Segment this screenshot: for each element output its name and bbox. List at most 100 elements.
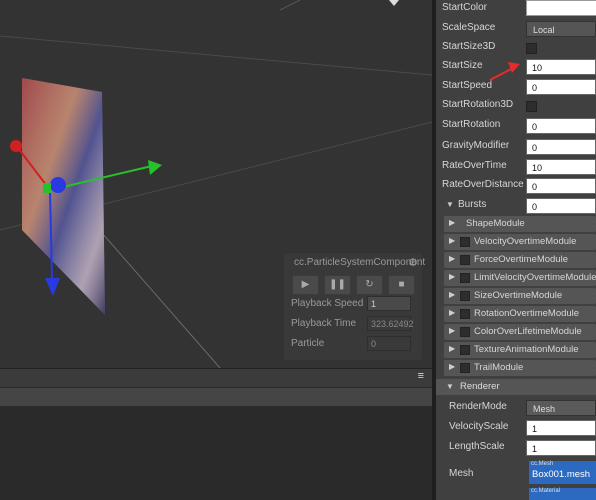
property-row-start-speed: StartSpeed 0 [436, 77, 596, 97]
material-asset-field[interactable]: cc.Material [529, 488, 596, 500]
start-rotation-3d-label: StartRotation3D [442, 99, 514, 110]
gravity-modifier-input[interactable]: 0 [526, 139, 596, 155]
module-velocity-overtime[interactable]: ▶ VelocityOvertimeModule [444, 234, 596, 250]
module-checkbox[interactable] [460, 327, 470, 337]
module-label: SizeOvertimeModule [474, 290, 563, 301]
property-row-velocity-scale: VelocityScale 1 [436, 418, 596, 438]
stop-icon[interactable]: ■ [388, 275, 415, 295]
velocity-scale-input[interactable]: 1 [526, 420, 596, 436]
mesh-asset-field[interactable]: cc.Mesh Box001.mesh [529, 461, 596, 484]
console-header [0, 388, 432, 406]
start-size-3d-checkbox[interactable] [526, 43, 537, 54]
playback-speed-label: Playback Speed [291, 298, 364, 309]
mesh-type-tag: cc.Mesh [531, 461, 554, 467]
start-size-input[interactable]: 10 [526, 59, 596, 75]
module-shape[interactable]: ▶ ShapeModule [444, 216, 596, 232]
module-checkbox[interactable] [460, 255, 470, 265]
module-rotation-overtime[interactable]: ▶ RotationOvertimeModule [444, 306, 596, 322]
start-rotation-label: StartRotation [442, 119, 501, 130]
module-label: TextureAnimationModule [474, 344, 579, 355]
scale-space-select[interactable]: Local [526, 21, 596, 37]
property-row-start-size-3d: StartSize3D [436, 38, 596, 58]
gravity-modifier-label: GravityModifier [442, 140, 510, 151]
module-force-overtime[interactable]: ▶ ForceOvertimeModule [444, 252, 596, 268]
start-size-label: StartSize [442, 60, 483, 71]
inspector-panel: StartColor ScaleSpace Local StartSize3D … [436, 0, 596, 500]
chevron-down-icon[interactable]: ▼ [446, 200, 454, 209]
chevron-down-icon[interactable]: ▼ [446, 382, 454, 391]
console-toolbar: ≡ [0, 368, 432, 387]
property-row-gravity-modifier: GravityModifier 0 [436, 137, 596, 157]
rate-over-distance-input[interactable]: 0 [526, 178, 596, 194]
module-label: ForceOvertimeModule [474, 254, 568, 265]
property-row-length-scale: LengthScale 1 [436, 438, 596, 458]
particle-count-field: 0 [367, 336, 411, 351]
module-checkbox[interactable] [460, 237, 470, 247]
start-rotation-3d-checkbox[interactable] [526, 101, 537, 112]
chevron-right-icon[interactable]: ▶ [449, 218, 455, 227]
gear-icon[interactable]: ⚙ [408, 256, 418, 269]
module-color-over-lifetime[interactable]: ▶ ColorOverLifetimeModule [444, 324, 596, 340]
play-icon[interactable]: ▶ [292, 275, 319, 295]
module-size-overtime[interactable]: ▶ SizeOvertimeModule [444, 288, 596, 304]
refresh-icon[interactable]: ↻ [356, 275, 383, 295]
property-row-rate-over-time: RateOverTime 10 [436, 157, 596, 177]
module-trail[interactable]: ▶ TrailModule [444, 360, 596, 376]
chevron-right-icon[interactable]: ▶ [449, 362, 455, 371]
rate-over-time-input[interactable]: 10 [526, 159, 596, 175]
panel-title: cc.ParticleSystemComponent [294, 257, 426, 268]
module-label: ShapeModule [466, 218, 525, 229]
scene-viewport[interactable]: cc.ParticleSystemComponent ⚙ ▶ ❚❚ ↻ ■ Pl… [0, 0, 432, 368]
property-row-render-mode: RenderMode Mesh [436, 398, 596, 418]
module-label: LimitVelocityOvertimeModule [474, 272, 596, 283]
module-checkbox[interactable] [460, 291, 470, 301]
property-row-rate-over-distance: RateOverDistance 0 [436, 176, 596, 196]
rate-over-time-label: RateOverTime [442, 160, 507, 171]
chevron-right-icon[interactable]: ▶ [449, 254, 455, 263]
property-row-bursts[interactable]: ▼ Bursts 0 [436, 196, 596, 216]
module-checkbox[interactable] [460, 363, 470, 373]
module-limit-velocity-overtime[interactable]: ▶ LimitVelocityOvertimeModule [444, 270, 596, 286]
scale-space-label: ScaleSpace [442, 22, 496, 33]
velocity-scale-label: VelocityScale [449, 421, 509, 432]
module-label: TrailModule [474, 362, 524, 373]
render-mode-label: RenderMode [449, 401, 507, 412]
material-type-tag: cc.Material [531, 488, 561, 494]
menu-icon[interactable]: ≡ [418, 370, 424, 382]
length-scale-label: LengthScale [449, 441, 505, 452]
chevron-right-icon[interactable]: ▶ [449, 272, 455, 281]
module-checkbox[interactable] [460, 309, 470, 319]
playback-time-label: Playback Time [291, 318, 357, 329]
start-speed-label: StartSpeed [442, 80, 493, 91]
length-scale-input[interactable]: 1 [526, 440, 596, 456]
property-row-start-size: StartSize 10 [436, 57, 596, 77]
chevron-right-icon[interactable]: ▶ [449, 326, 455, 335]
start-size-3d-label: StartSize3D [442, 41, 496, 52]
chevron-right-icon[interactable]: ▶ [449, 236, 455, 245]
playback-speed-input[interactable]: 1 [367, 296, 411, 311]
start-color-label: StartColor [442, 2, 488, 13]
property-row-scale-space: ScaleSpace Local [436, 19, 596, 39]
render-mode-select[interactable]: Mesh [526, 400, 596, 416]
playback-time-field: 323.62492 [367, 316, 414, 331]
module-checkbox[interactable] [460, 345, 470, 355]
module-label: VelocityOvertimeModule [474, 236, 577, 247]
renderer-section-header[interactable]: ▼ Renderer [436, 379, 596, 395]
particle-component-panel: cc.ParticleSystemComponent ⚙ ▶ ❚❚ ↻ ■ Pl… [284, 253, 426, 360]
rate-over-distance-label: RateOverDistance [442, 179, 524, 190]
module-checkbox[interactable] [460, 273, 470, 283]
start-color-swatch[interactable] [526, 0, 596, 16]
start-rotation-input[interactable]: 0 [526, 118, 596, 134]
property-row-start-rotation: StartRotation 0 [436, 116, 596, 136]
chevron-right-icon[interactable]: ▶ [449, 344, 455, 353]
module-texture-animation[interactable]: ▶ TextureAnimationModule [444, 342, 596, 358]
module-label: RotationOvertimeModule [474, 308, 580, 319]
pause-icon[interactable]: ❚❚ [324, 275, 351, 295]
particle-count-label: Particle [291, 338, 325, 349]
chevron-right-icon[interactable]: ▶ [449, 290, 455, 299]
bursts-input[interactable]: 0 [526, 198, 596, 214]
start-speed-input[interactable]: 0 [526, 79, 596, 95]
chevron-right-icon[interactable]: ▶ [449, 308, 455, 317]
mesh-label: Mesh [449, 468, 474, 479]
bursts-label: Bursts [458, 199, 487, 210]
